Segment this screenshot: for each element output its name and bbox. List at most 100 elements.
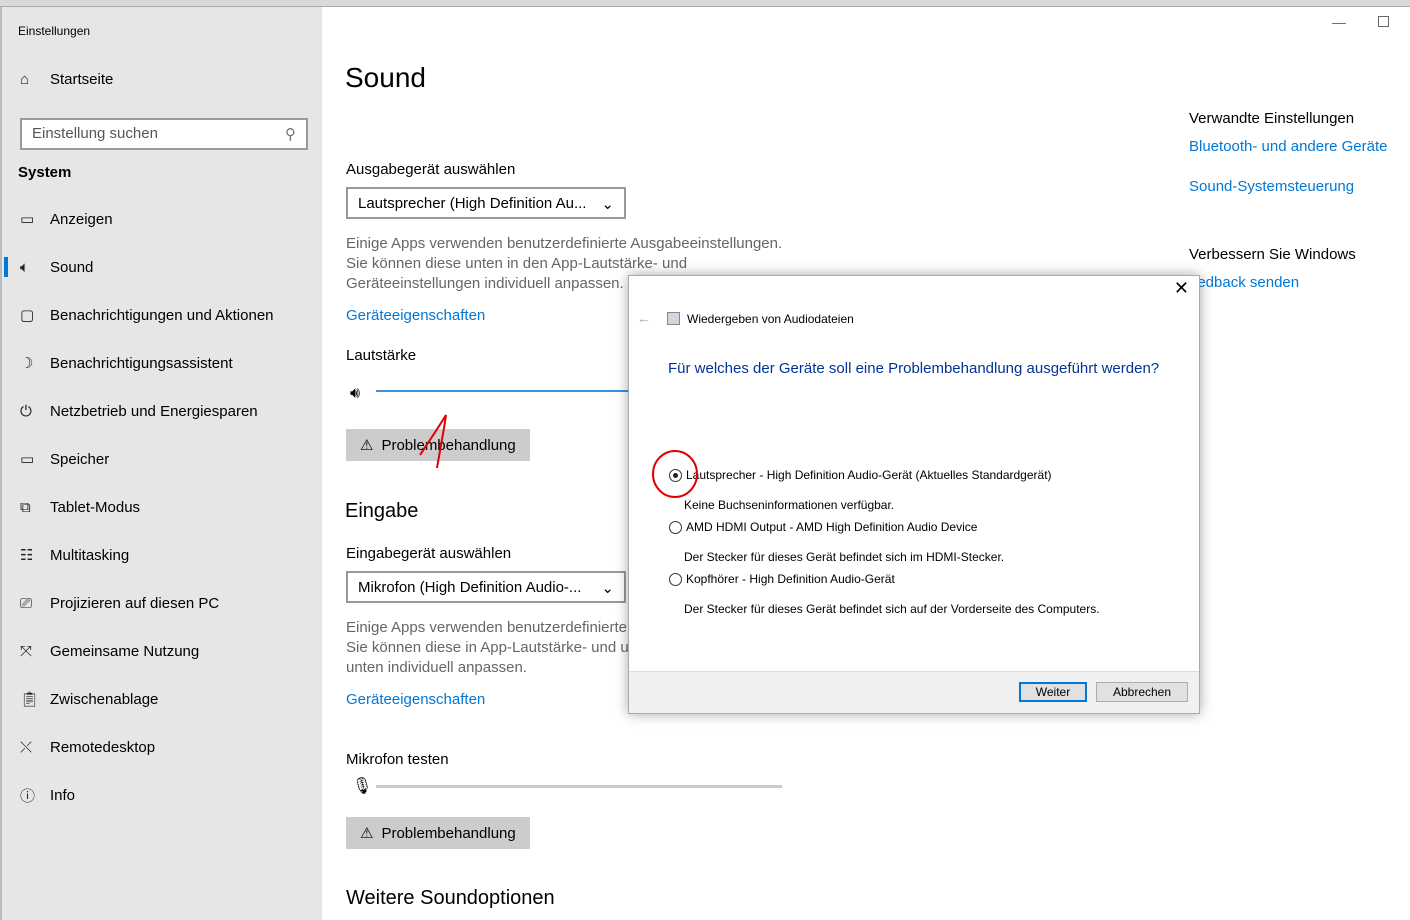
option-description: Der Stecker für dieses Gerät befindet si… [684, 602, 1100, 616]
sidebar-item-label: Tablet-Modus [50, 498, 141, 516]
multitasking-icon: ☷ [20, 547, 34, 564]
radio-button[interactable] [669, 572, 682, 586]
moon-icon: ☽ [20, 355, 34, 372]
warning-icon: ⚠ [360, 437, 374, 454]
sidebar-item-label: Multitasking [50, 546, 130, 564]
sidebar-item-label: Benachrichtigungen und Aktionen [50, 306, 274, 324]
troubleshooter-dialog: ✕ ← Wiedergeben von Audiodateien Für wel… [628, 275, 1200, 714]
mic-level-bar [376, 785, 782, 788]
warning-icon: ⚠ [360, 825, 374, 842]
next-button[interactable]: Weiter [1019, 682, 1087, 702]
microphone-icon: 🎙︎ [352, 778, 373, 795]
sidebar-item-label: Gemeinsame Nutzung [50, 642, 200, 660]
search-placeholder: Einstellung suchen [32, 125, 158, 142]
input-description: Einige Apps verwenden benutzerdefinierte… [346, 619, 629, 676]
sidebar-item-label: Zwischenablage [50, 690, 159, 708]
cancel-button[interactable]: Abbrechen [1096, 682, 1188, 702]
sidebar-item-gemeinsame[interactable]: ⤧ Gemeinsame Nutzung [20, 639, 199, 663]
option-description: Keine Buchseninformationen verfügbar. [684, 498, 895, 512]
sidebar: Einstellungen ⌂ Startseite Einstellung su… [0, 7, 322, 920]
sidebar-item-zwischenablage[interactable]: 📋︎ Zwischenablage [20, 687, 158, 711]
input-heading: Eingabe [345, 500, 419, 522]
bluetooth-link[interactable]: Bluetooth- und andere Geräte [1189, 138, 1387, 155]
button-label: Problembehandlung [381, 824, 516, 842]
sidebar-item-tablet-modus[interactable]: ⧉ Tablet-Modus [20, 495, 140, 519]
input-properties-link[interactable]: Geräteeigenschaften [346, 691, 485, 708]
sidebar-item-anzeigen[interactable]: ▭ Anzeigen [20, 207, 113, 231]
output-properties-link[interactable]: Geräteeigenschaften [346, 307, 485, 324]
sidebar-item-speicher[interactable]: ▭ Speicher [20, 447, 109, 471]
notification-icon: ▢ [20, 307, 35, 324]
section-heading: System [18, 164, 72, 181]
troubleshooter-app-icon [667, 312, 680, 325]
back-arrow-icon[interactable]: ← [637, 310, 651, 326]
dialog-question: Für welches der Geräte soll eine Problem… [668, 360, 1160, 377]
project-icon: ⎚ [20, 594, 33, 612]
share-icon: ⤧ [20, 642, 33, 660]
sidebar-item-label: Benachrichtigungsassistent [50, 354, 233, 372]
search-icon: ⚲ [285, 126, 296, 143]
sidebar-item-projizieren[interactable]: ⎚ Projizieren auf diesen PC [20, 591, 219, 615]
page-title: Sound [345, 62, 426, 93]
sound-control-panel-link[interactable]: Sound-Systemsteuerung [1189, 178, 1354, 195]
output-device-select[interactable]: Lautsprecher (High Definition Au... ⌄ [346, 187, 626, 219]
device-radio-option[interactable]: AMD HDMI Output - AMD High Definition Au… [669, 520, 977, 534]
sidebar-item-label: Remotedesktop [50, 738, 156, 756]
chevron-down-icon: ⌄ [601, 580, 614, 597]
volume-label: Lautstärke [346, 347, 417, 364]
sidebar-item-label: Info [50, 786, 76, 804]
radio-button[interactable] [669, 520, 682, 534]
sidebar-item-home[interactable]: ⌂ Startseite [20, 67, 113, 91]
input-device-select[interactable]: Mikrofon (High Definition Audio-... ⌄ [346, 571, 626, 603]
option-label: Kopfhörer - High Definition Audio-Gerät [686, 572, 895, 586]
option-label: AMD HDMI Output - AMD High Definition Au… [686, 520, 978, 534]
improve-heading: Verbessern Sie Windows [1189, 246, 1356, 263]
device-radio-option[interactable]: Kopfhörer - High Definition Audio-Gerät [669, 572, 895, 586]
input-label: Eingabegerät auswählen [346, 545, 512, 562]
output-selected: Lautsprecher (High Definition Au... [358, 195, 587, 212]
feedback-link[interactable]: eedback senden [1189, 274, 1299, 291]
minimize-icon[interactable]: — [1332, 14, 1346, 30]
home-label: Startseite [50, 70, 114, 88]
dialog-footer: Weiter Abbrechen [629, 671, 1199, 713]
sidebar-item-label: Anzeigen [50, 210, 113, 228]
radio-button[interactable] [669, 468, 682, 482]
monitor-icon: ▭ [20, 211, 35, 228]
search-input[interactable]: Einstellung suchen ⚲ [20, 118, 308, 150]
dialog-title: Wiedergeben von Audiodateien [687, 312, 854, 326]
speaker-icon: 🔈︎ [20, 258, 30, 276]
option-label: Lautsprecher - High Definition Audio-Ger… [686, 468, 1052, 482]
maximize-icon[interactable] [1378, 16, 1389, 27]
output-label: Ausgabegerät auswählen [346, 161, 516, 178]
remote-icon: ⤬ [20, 738, 33, 756]
sidebar-item-label: Netzbetrieb und Energiesparen [50, 402, 258, 420]
home-icon: ⌂ [20, 70, 30, 88]
browser-tab-strip [0, 0, 1410, 7]
sidebar-item-info[interactable]: ⓘ Info [20, 783, 75, 807]
clipboard-icon: 📋︎ [20, 691, 40, 708]
output-troubleshoot-button[interactable]: ⚠ Problembehandlung [346, 429, 530, 461]
sidebar-item-benachrichtigungen[interactable]: ▢ Benachrichtigungen und Aktionen [20, 303, 274, 327]
related-heading: Verwandte Einstellungen [1189, 110, 1355, 127]
storage-icon: ▭ [20, 451, 35, 468]
info-icon: ⓘ [20, 787, 36, 805]
sidebar-item-multitasking[interactable]: ☷ Multitasking [20, 543, 129, 567]
tablet-icon: ⧉ [20, 498, 31, 516]
power-icon: ⏻ [20, 402, 32, 420]
more-sound-options-heading: Weitere Soundoptionen [346, 887, 555, 909]
device-radio-option[interactable]: Lautsprecher - High Definition Audio-Ger… [669, 468, 1052, 482]
mic-test-label: Mikrofon testen [346, 751, 449, 768]
input-selected: Mikrofon (High Definition Audio-... [358, 579, 582, 596]
volume-slider[interactable] [376, 390, 636, 392]
sidebar-item-sound[interactable]: 🔈︎ Sound [3, 255, 94, 279]
input-troubleshoot-button[interactable]: ⚠ Problembehandlung [346, 817, 530, 849]
sidebar-item-remotedesktop[interactable]: ⤬ Remotedesktop [20, 735, 155, 759]
option-description: Der Stecker für dieses Gerät befindet si… [684, 550, 1005, 564]
sidebar-item-label: Sound [50, 258, 94, 276]
chevron-down-icon: ⌄ [601, 196, 614, 213]
close-icon[interactable]: ✕ [1174, 278, 1189, 299]
sidebar-item-netzbetrieb[interactable]: ⏻ Netzbetrieb und Energiesparen [20, 399, 258, 423]
sidebar-item-label: Projizieren auf diesen PC [50, 594, 220, 612]
sidebar-item-benachrichtigungsassistent[interactable]: ☽ Benachrichtigungsassistent [20, 351, 233, 375]
speaker-icon[interactable]: 🔊︎ [350, 385, 360, 403]
